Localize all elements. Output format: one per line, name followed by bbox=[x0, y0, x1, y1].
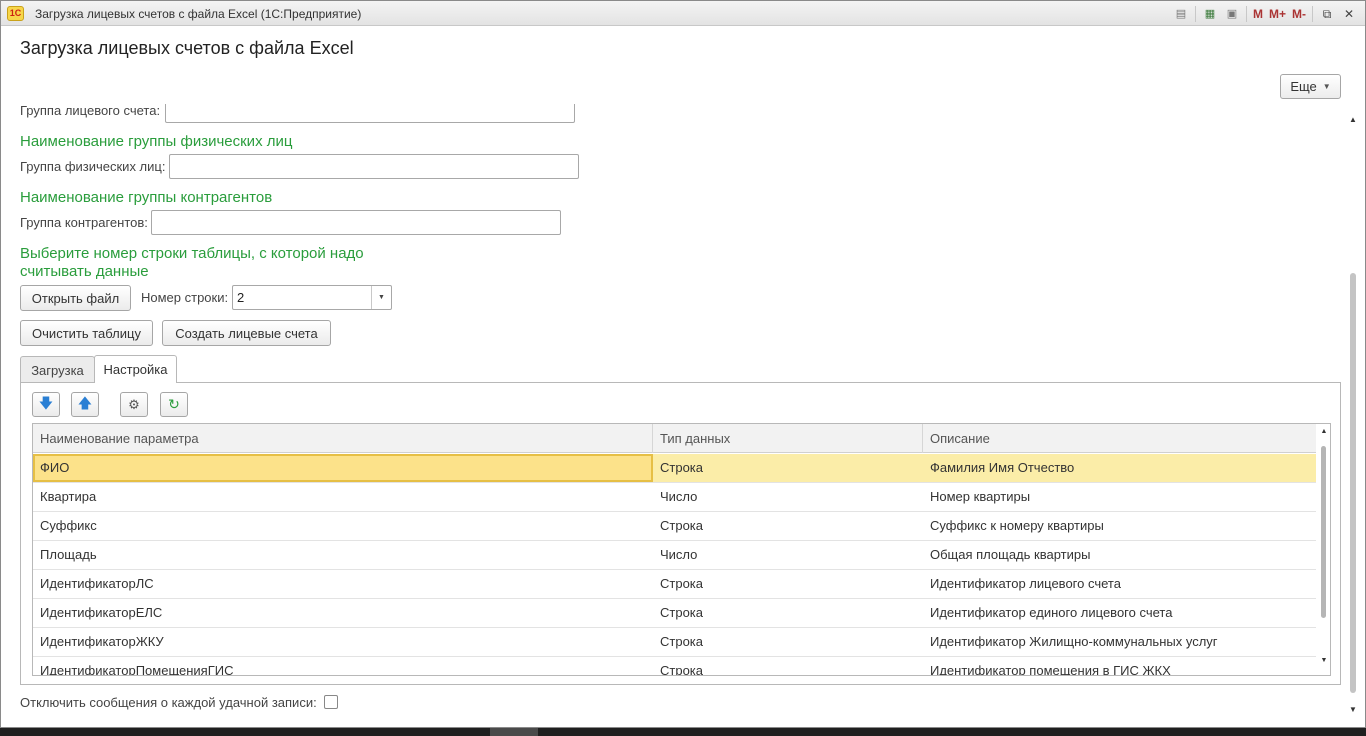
more-button[interactable]: Еще ▼ bbox=[1280, 74, 1341, 99]
clear-table-button[interactable]: Очистить таблицу bbox=[20, 320, 153, 346]
counterparty-group-heading: Наименование группы контрагентов bbox=[20, 189, 273, 206]
cell-data-type[interactable]: Число bbox=[653, 483, 923, 511]
settings-button[interactable]: ⚙ bbox=[120, 392, 148, 417]
toolbar-separator bbox=[1194, 6, 1196, 22]
toolbar-separator bbox=[1245, 6, 1247, 22]
calendar-icon[interactable]: ▣ bbox=[1224, 6, 1240, 22]
titlebar-tools: ▤ ▦ ▣ M M+ M- ⧉ ✕ bbox=[1173, 5, 1357, 23]
gear-document-icon: ⚙ bbox=[128, 396, 140, 412]
cell-description[interactable]: Фамилия Имя Отчество bbox=[923, 454, 1316, 482]
app-window: 1С Загрузка лицевых счетов с файла Excel… bbox=[0, 0, 1366, 728]
column-header-parameter[interactable]: Наименование параметра bbox=[33, 424, 653, 453]
tab-settings[interactable]: Настройка bbox=[94, 355, 177, 383]
table-row[interactable]: Квартира Число Номер квартиры bbox=[33, 483, 1316, 512]
cell-parameter[interactable]: Квартира bbox=[33, 483, 653, 511]
person-group-heading: Наименование группы физических лиц bbox=[20, 133, 293, 150]
scroll-down-icon[interactable]: ▼ bbox=[1319, 657, 1329, 664]
settings-tab-panel: 🡇 🡅 ⚙ ↻ Наименование параметра Тип данны… bbox=[20, 382, 1341, 685]
chevron-down-icon[interactable]: ▼ bbox=[371, 286, 391, 309]
cell-parameter[interactable]: ИдентификаторПомещенияГИС bbox=[33, 657, 653, 675]
row-select-heading-line1: Выберите номер строки таблицы, с которой… bbox=[20, 245, 364, 262]
cell-parameter[interactable]: Площадь bbox=[33, 541, 653, 569]
row-number-label: Номер строки: bbox=[141, 290, 229, 305]
row-number-value: 2 bbox=[237, 290, 245, 305]
memory-button[interactable]: M bbox=[1253, 7, 1263, 21]
move-up-button[interactable]: 🡅 bbox=[71, 392, 99, 417]
column-header-description[interactable]: Описание bbox=[923, 424, 1316, 453]
cell-parameter[interactable]: Суффикс bbox=[33, 512, 653, 540]
scroll-down-icon[interactable]: ▼ bbox=[1348, 705, 1358, 714]
cell-data-type[interactable]: Строка bbox=[653, 599, 923, 627]
cell-description[interactable]: Номер квартиры bbox=[923, 483, 1316, 511]
arrow-down-icon: 🡇 bbox=[38, 394, 54, 411]
cell-data-type[interactable]: Строка bbox=[653, 657, 923, 675]
move-down-button[interactable]: 🡇 bbox=[32, 392, 60, 417]
more-button-label: Еще bbox=[1290, 79, 1317, 94]
cell-description[interactable]: Суффикс к номеру квартиры bbox=[923, 512, 1316, 540]
cell-parameter[interactable]: ФИО bbox=[33, 454, 653, 482]
person-group-label: Группа физических лиц: bbox=[20, 159, 166, 174]
toolbar-separator bbox=[1312, 6, 1313, 22]
disable-messages-checkbox[interactable] bbox=[324, 695, 338, 709]
calculator-icon[interactable]: ▦ bbox=[1202, 6, 1218, 22]
cell-description[interactable]: Общая площадь квартиры bbox=[923, 541, 1316, 569]
tab-load[interactable]: Загрузка bbox=[20, 356, 95, 383]
window-title: Загрузка лицевых счетов с файла Excel (1… bbox=[35, 7, 362, 21]
cell-data-type[interactable]: Строка bbox=[653, 454, 923, 482]
cell-description[interactable]: Идентификатор единого лицевого счета bbox=[923, 599, 1316, 627]
cell-parameter[interactable]: ИдентификаторЕЛС bbox=[33, 599, 653, 627]
table-row[interactable]: Площадь Число Общая площадь квартиры bbox=[33, 541, 1316, 570]
form-title: Загрузка лицевых счетов с файла Excel bbox=[20, 38, 354, 58]
chevron-down-icon: ▼ bbox=[1322, 82, 1331, 91]
restore-window-icon[interactable]: ⧉ bbox=[1319, 7, 1335, 22]
column-header-data-type[interactable]: Тип данных bbox=[653, 424, 923, 453]
cell-description[interactable]: Идентификатор помещения в ГИС ЖКХ bbox=[923, 657, 1316, 675]
parameters-table[interactable]: Наименование параметра Тип данных Описан… bbox=[32, 423, 1331, 676]
table-row[interactable]: ИдентификаторПомещенияГИС Строка Идентифик… bbox=[33, 657, 1316, 675]
memory-minus-button[interactable]: M- bbox=[1292, 7, 1306, 21]
account-group-input[interactable] bbox=[165, 104, 575, 123]
open-file-button[interactable]: Открыть файл bbox=[20, 285, 131, 311]
table-header: Наименование параметра Тип данных Описан… bbox=[33, 424, 1316, 453]
arrow-up-icon: 🡅 bbox=[77, 394, 93, 411]
document-icon[interactable]: ▤ bbox=[1173, 6, 1189, 22]
table-row[interactable]: ИдентификаторЖКУ Строка Идентификатор Жили… bbox=[33, 628, 1316, 657]
cell-parameter[interactable]: ИдентификаторЛС bbox=[33, 570, 653, 598]
cell-parameter[interactable]: ИдентификаторЖКУ bbox=[33, 628, 653, 656]
form-scrollbar[interactable]: ▲ ▼ bbox=[1348, 113, 1358, 717]
table-row[interactable]: ФИО Строка Фамилия Имя Отчество bbox=[33, 454, 1316, 483]
taskbar-active-item[interactable] bbox=[490, 728, 538, 736]
counterparty-group-input[interactable] bbox=[151, 210, 561, 235]
cell-description[interactable]: Идентификатор лицевого счета bbox=[923, 570, 1316, 598]
refresh-icon: ↻ bbox=[168, 396, 180, 412]
scroll-up-icon[interactable]: ▲ bbox=[1348, 115, 1358, 124]
create-accounts-button[interactable]: Создать лицевые счета bbox=[162, 320, 331, 346]
table-row[interactable]: ИдентификаторЛС Строка Идентификатор лицев… bbox=[33, 570, 1316, 599]
cell-description[interactable]: Идентификатор Жилищно-коммунальных услуг bbox=[923, 628, 1316, 656]
scroll-up-icon[interactable]: ▲ bbox=[1319, 428, 1329, 435]
cell-data-type[interactable]: Строка bbox=[653, 570, 923, 598]
counterparty-group-label: Группа контрагентов: bbox=[20, 215, 148, 230]
cell-data-type[interactable]: Число bbox=[653, 541, 923, 569]
cell-data-type[interactable]: Строка bbox=[653, 628, 923, 656]
table-row[interactable]: Суффикс Строка Суффикс к номеру квартиры bbox=[33, 512, 1316, 541]
table-row[interactable]: ИдентификаторЕЛС Строка Идентификатор един… bbox=[33, 599, 1316, 628]
app-logo-icon: 1С bbox=[7, 6, 24, 21]
cell-data-type[interactable]: Строка bbox=[653, 512, 923, 540]
title-bar: 1С Загрузка лицевых счетов с файла Excel… bbox=[1, 1, 1365, 26]
disable-messages-label: Отключить сообщения о каждой удачной зап… bbox=[20, 695, 317, 710]
taskbar bbox=[0, 728, 1366, 736]
person-group-input[interactable] bbox=[169, 154, 579, 179]
form-scroll-thumb[interactable] bbox=[1350, 273, 1356, 693]
row-select-heading-line2: считывать данные bbox=[20, 263, 149, 280]
refresh-button[interactable]: ↻ bbox=[160, 392, 188, 417]
table-scroll-thumb[interactable] bbox=[1321, 446, 1326, 618]
row-number-select[interactable]: 2 ▼ bbox=[232, 285, 392, 310]
close-window-icon[interactable]: ✕ bbox=[1341, 7, 1357, 21]
form-content: Группа лицевого счета: Наименование груп… bbox=[1, 104, 1346, 726]
table-scrollbar[interactable]: ▲ ▼ bbox=[1318, 424, 1330, 675]
account-group-label: Группа лицевого счета: bbox=[20, 104, 161, 118]
memory-plus-button[interactable]: M+ bbox=[1269, 7, 1286, 21]
